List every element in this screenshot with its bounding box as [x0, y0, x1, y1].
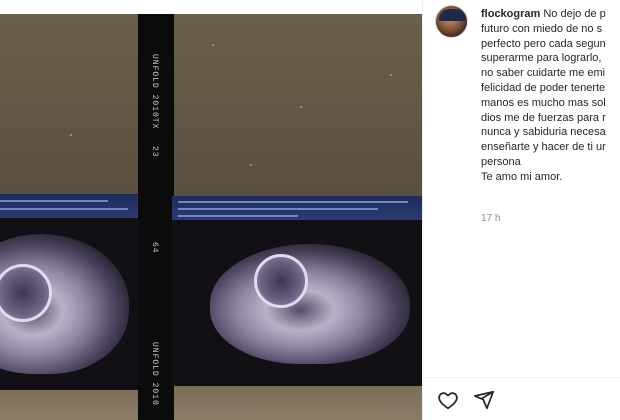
film-number-mid: 64 [150, 242, 159, 254]
ultrasound-scan-right [210, 244, 410, 364]
ultrasound-head-right [254, 254, 308, 308]
post-caption: flockogram No dejo de p futuro con miedo… [481, 7, 620, 202]
actions-divider [423, 377, 620, 378]
post-timestamp[interactable]: 17 h [481, 213, 500, 224]
caption-text: No dejo de p futuro con miedo de no s pe… [481, 8, 606, 183]
film-number-top: 23 [150, 146, 159, 158]
share-button[interactable] [472, 388, 496, 412]
ultrasound-header-right [172, 196, 422, 220]
film-label-top: UNFOLD 2010TX [150, 54, 159, 130]
ultrasound-frame-right [172, 196, 422, 386]
avatar[interactable] [435, 5, 468, 38]
ultrasound-frame-left [0, 194, 140, 390]
photo-floor [0, 386, 422, 420]
ultrasound-header-left [0, 194, 140, 218]
film-strip: UNFOLD 2010TX 23 64 UNFOLD 2010 [138, 14, 174, 420]
like-button[interactable] [436, 388, 460, 412]
post-sidebar: flockogram No dejo de p futuro con miedo… [422, 0, 620, 420]
username-link[interactable]: flockogram [481, 8, 540, 20]
film-label-bottom: UNFOLD 2010 [150, 342, 159, 406]
heart-icon [438, 392, 458, 410]
post-photo[interactable]: UNFOLD 2010TX 23 64 UNFOLD 2010 [0, 14, 422, 420]
send-icon [473, 390, 495, 410]
